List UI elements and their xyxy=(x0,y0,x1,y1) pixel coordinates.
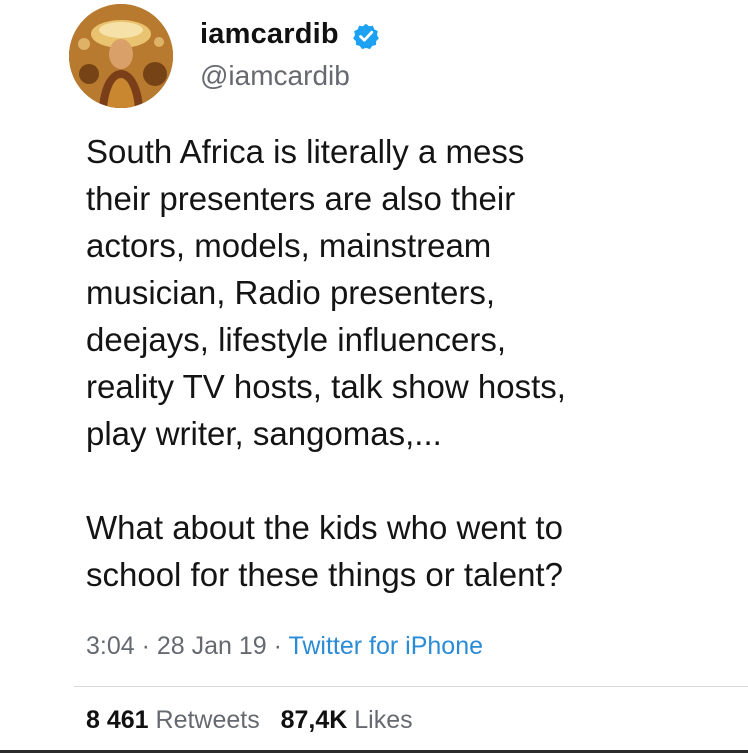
tweet-card: iamcardib @iamcardib South Africa is lit… xyxy=(0,0,748,753)
display-name[interactable]: iamcardib xyxy=(200,18,339,51)
tweet-text-line: deejays, lifestyle influencers, xyxy=(86,321,507,358)
avatar-image xyxy=(69,4,173,108)
tweet-text-line: their presenters are also their xyxy=(86,180,516,217)
tweet-text-line: play writer, sangomas,... xyxy=(86,415,442,452)
tweet-text-line: school for these things or talent? xyxy=(86,556,563,593)
tweet-stats: 8 461 Retweets 87,4K Likes xyxy=(86,706,413,735)
likes-label: Likes xyxy=(354,706,413,734)
divider xyxy=(74,686,748,687)
meta-separator: · xyxy=(134,632,157,660)
tweet-time[interactable]: 3:04 xyxy=(86,632,135,660)
tweet-text-line: musician, Radio presenters, xyxy=(86,274,496,311)
retweets-stat[interactable]: 8 461 Retweets xyxy=(86,706,260,734)
retweets-count: 8 461 xyxy=(86,706,149,734)
tweet-text-line: What about the kids who went to xyxy=(86,509,563,546)
user-handle[interactable]: @iamcardib xyxy=(200,60,350,92)
avatar[interactable] xyxy=(69,4,173,108)
tweet-text-line: reality TV hosts, talk show hosts, xyxy=(86,368,566,405)
tweet-source-link[interactable]: Twitter for iPhone xyxy=(288,632,483,660)
retweets-label: Retweets xyxy=(155,706,260,734)
meta-separator: · xyxy=(266,632,289,660)
likes-count: 87,4K xyxy=(280,706,348,734)
tweet-metadata: 3:04 · 28 Jan 19 · Twitter for iPhone xyxy=(86,632,483,661)
tweet-text-line: South Africa is literally a mess xyxy=(86,133,525,170)
likes-stat[interactable]: 87,4K Likes xyxy=(281,706,413,734)
tweet-date[interactable]: 28 Jan 19 xyxy=(157,632,267,660)
tweet-text: South Africa is literally a mess their p… xyxy=(86,128,726,598)
tweet-text-line: actors, models, mainstream xyxy=(86,227,492,264)
verified-badge-icon xyxy=(353,23,379,50)
